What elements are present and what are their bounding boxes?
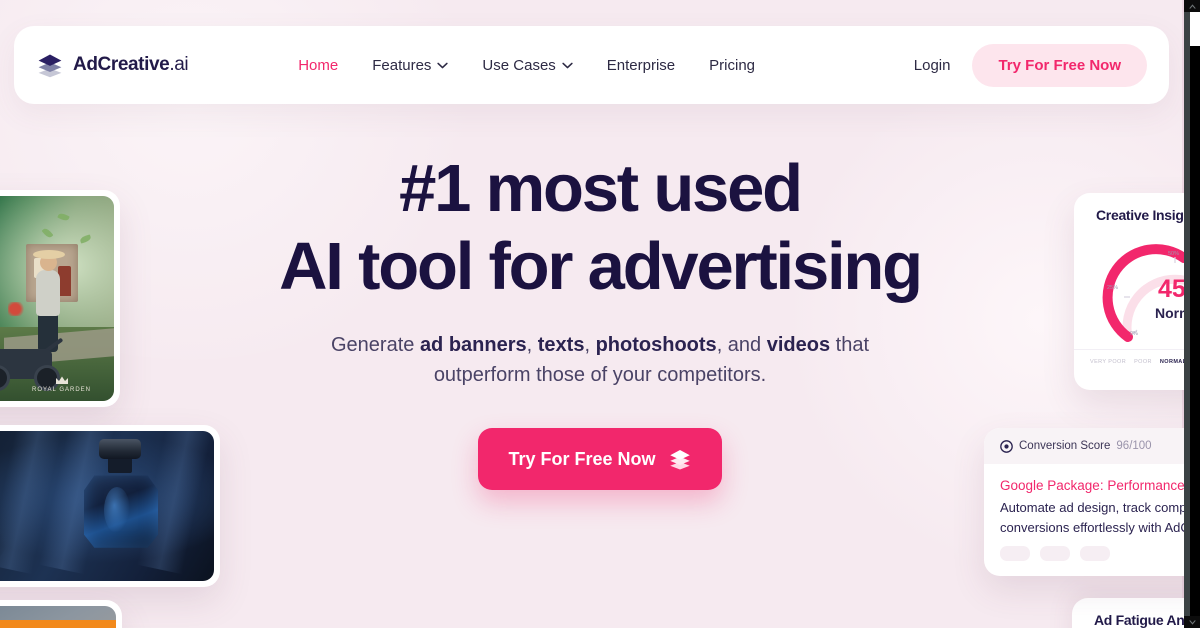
hero-headline-line2: AI tool for advertising [279,229,923,304]
scrollbar-track[interactable] [1184,0,1190,628]
brand-name-main: AdCreative [73,54,170,75]
hero-subheadline: Generate ad banners, texts, photoshoots,… [320,330,880,390]
hero-sub-highlight-texts: texts [537,334,585,356]
nav-item-use-cases[interactable]: Use Cases [482,56,573,74]
brand-name-suffix: .ai [169,54,189,75]
placeholder-pill [1080,546,1110,561]
perfume-bottle-highlight [104,487,130,533]
nav-item-pricing[interactable]: Pricing [709,57,755,74]
header-actions: Login Try For Free Now [914,43,1147,87]
hero-headline: #1 most used AI tool for advertising [279,150,923,306]
hero-headline-line1: #1 most used [399,151,803,226]
login-link[interactable]: Login [914,57,951,74]
scrollbar-thumb[interactable] [1190,12,1200,46]
hero-sub-prefix: Generate [330,334,420,356]
hero-cta-label: Try For Free Now [508,448,656,469]
conversion-body-line1: Automate ad design, track competitors [1000,500,1200,515]
nav-item-enterprise-label: Enterprise [606,56,676,74]
chevron-up-icon [1188,3,1196,9]
brand-logo[interactable]: AdCreative.ai [36,51,189,79]
conversion-body-line2: conversions effortlessly with AdCreativ [1000,520,1200,535]
chevron-down-icon [1188,619,1196,625]
placeholder-pill [1040,546,1070,561]
layers-icon [669,450,690,470]
header-try-free-button[interactable]: Try For Free Now [972,43,1147,87]
chevron-down-icon [562,62,573,68]
hero-section: #1 most used AI tool for advertising Gen… [0,150,1200,490]
hero-sub-highlight-videos: videos [766,334,831,356]
hero-sub-highlight-ad-banners: ad banners [419,334,527,356]
nav-item-use-cases-label: Use Cases [482,56,556,74]
vertical-scrollbar[interactable] [1184,0,1200,628]
creative-image-orange: The most [0,606,116,628]
nav-item-home-label: Home [298,56,339,74]
site-header: AdCreative.ai Home Features Use Cases En… [14,26,1169,104]
panel-ad-fatigue-analysis[interactable]: Ad Fatigue Analysi [1072,598,1200,628]
layers-icon [38,54,62,78]
nav-item-enterprise[interactable]: Enterprise [607,57,675,74]
chevron-down-icon [437,62,449,68]
creative-card-orange[interactable]: The most [0,600,122,628]
hero-sub-sep3: , and [716,334,767,356]
scrollbar-down-button[interactable] [1184,616,1200,628]
brand-name: AdCreative.ai [73,54,189,76]
nav-item-features-label: Features [372,56,432,74]
hero-sub-sep1: , [526,334,538,356]
hero-sub-highlight-photoshoots: photoshoots [595,334,717,356]
nav-item-pricing-label: Pricing [709,56,756,74]
scrollbar-up-button[interactable] [1184,0,1200,12]
page-root: our home garden! essional n Care / ROYAL… [0,0,1200,628]
conversion-placeholder-pills [1000,546,1110,561]
primary-navigation: Home Features Use Cases Enterprise Prici… [298,57,755,74]
hero-sub-sep2: , [584,334,596,356]
hero-try-free-button[interactable]: Try For Free Now [478,428,722,490]
nav-item-features[interactable]: Features [372,56,449,74]
nav-item-home[interactable]: Home [298,57,338,74]
placeholder-pill [1000,546,1030,561]
orange-ad-band: The most [0,620,116,628]
